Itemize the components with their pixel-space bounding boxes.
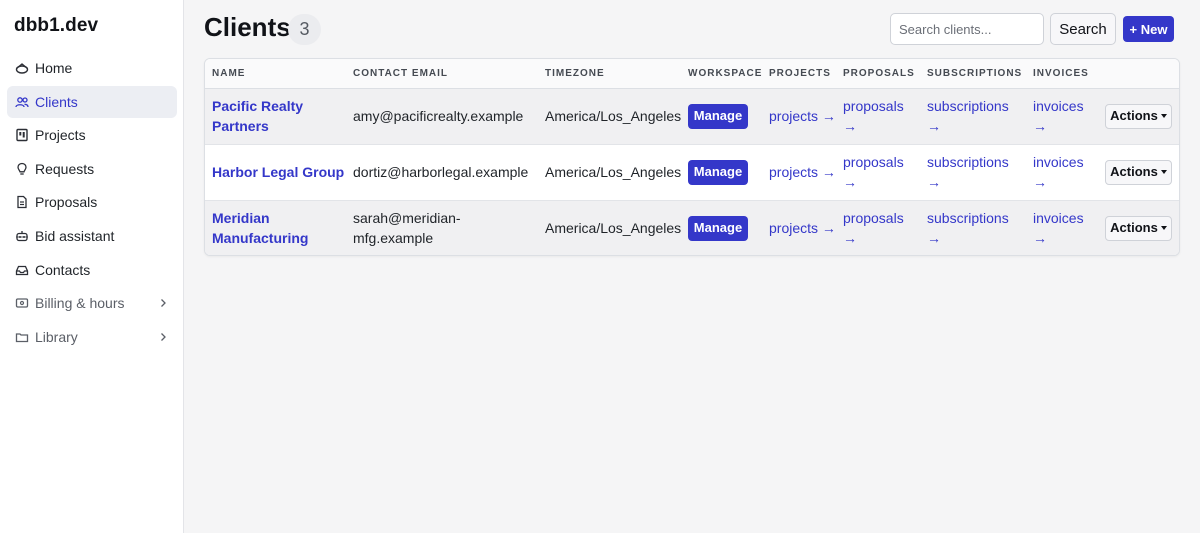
table-row: Pacific Realty Partners amy@pacificrealt… [205, 88, 1179, 145]
manage-button[interactable]: Manage [688, 159, 748, 185]
sidebar-item-label: Bid assistant [35, 227, 115, 244]
proposals-link[interactable]: proposals → [843, 98, 904, 134]
sidebar-item-bid-assistant[interactable]: Bid assistant [7, 220, 177, 252]
sidebar-item-label: Contacts [35, 261, 91, 278]
sidebar-item-library[interactable]: Library [7, 321, 177, 353]
search-button[interactable]: Search [1050, 13, 1116, 45]
billing-icon [15, 296, 29, 310]
sidebar-item-proposals[interactable]: Proposals [7, 186, 177, 218]
brand-logo[interactable]: dbb1.dev [14, 15, 98, 37]
actions-label: Actions [1110, 164, 1158, 179]
column-header-projects: Projects [762, 59, 836, 89]
caret-down-icon [1160, 114, 1167, 118]
sidebar-item-label: Proposals [35, 194, 98, 211]
column-header-subscriptions: Subscriptions [920, 59, 1026, 89]
actions-label: Actions [1110, 108, 1158, 123]
table-row: Harbor Legal Group dortiz@harborlegal.ex… [205, 144, 1179, 201]
sidebar-item-home[interactable]: Home [7, 52, 177, 84]
client-name-link[interactable]: Meridian Manufacturing [212, 210, 308, 246]
client-name-link[interactable]: Pacific Realty Partners [212, 98, 303, 134]
caret-down-icon [1160, 170, 1167, 174]
main-content: Clients 3 Search + New Name Contact emai… [184, 0, 1200, 533]
manage-button[interactable]: Manage [688, 215, 748, 241]
document-icon [15, 195, 29, 209]
client-count-badge: 3 [288, 14, 321, 45]
column-header-actions [1098, 59, 1179, 89]
sidebar: dbb1.dev Home Clients Projects Requests [0, 0, 184, 533]
chevron-right-icon [161, 299, 166, 308]
sidebar-item-contacts[interactable]: Contacts [7, 254, 177, 286]
subscriptions-link[interactable]: subscriptions → [927, 210, 1009, 246]
proposals-link[interactable]: proposals → [843, 154, 904, 190]
caret-down-icon [1160, 226, 1167, 231]
sidebar-item-label: Projects [35, 127, 86, 144]
robot-icon [15, 229, 29, 243]
search-input[interactable] [890, 13, 1044, 45]
column-header-proposals: Proposals [836, 59, 920, 89]
client-timezone: America/Los_Angeles [545, 164, 682, 180]
actions-label: Actions [1110, 220, 1158, 236]
users-icon [15, 95, 29, 109]
inbox-icon [15, 263, 29, 277]
invoices-link[interactable]: invoices → [1033, 98, 1084, 134]
table-row: Meridian Manufacturing sarah@meridian-mf… [205, 200, 1179, 255]
client-email: dortiz@harborlegal.example [353, 164, 529, 180]
table-header-row: Name Contact email Timezone Workspace Pr… [205, 59, 1179, 89]
projects-link[interactable]: projects → [769, 220, 836, 236]
sidebar-nav: Home Clients Projects Requests Proposals [7, 52, 177, 354]
chevron-right-icon [161, 332, 166, 341]
actions-dropdown[interactable]: Actions [1105, 215, 1172, 241]
column-header-email: Contact email [346, 59, 538, 89]
sidebar-item-projects[interactable]: Projects [7, 119, 177, 151]
invoices-link[interactable]: invoices → [1033, 210, 1084, 246]
client-name-link[interactable]: Harbor Legal Group [212, 164, 344, 180]
new-client-button[interactable]: + New [1123, 16, 1174, 42]
client-email: sarah@meridian-mfg.example [353, 210, 461, 247]
column-header-invoices: Invoices [1026, 59, 1098, 89]
actions-dropdown[interactable]: Actions [1105, 103, 1172, 129]
client-timezone: America/Los_Angeles [545, 108, 682, 124]
clients-table: Name Contact email Timezone Workspace Pr… [204, 58, 1180, 256]
folder-icon [15, 330, 29, 344]
sidebar-item-label: Requests [35, 160, 95, 177]
page-title: Clients [204, 12, 291, 42]
proposals-link[interactable]: proposals → [843, 210, 904, 246]
client-timezone: America/Los_Angeles [545, 220, 682, 237]
projects-link[interactable]: projects → [769, 164, 836, 180]
subscriptions-link[interactable]: subscriptions → [927, 98, 1009, 134]
column-header-name: Name [205, 59, 346, 89]
lightbulb-icon [15, 162, 29, 176]
column-header-workspace: Workspace [681, 59, 762, 89]
sidebar-item-clients[interactable]: Clients [7, 85, 177, 118]
sidebar-item-billing[interactable]: Billing & hours [7, 287, 177, 319]
invoices-link[interactable]: invoices → [1033, 154, 1084, 190]
home-icon [15, 61, 29, 75]
sidebar-item-requests[interactable]: Requests [7, 153, 177, 185]
sidebar-item-label: Billing & hours [35, 295, 125, 312]
column-header-timezone: Timezone [538, 59, 681, 89]
projects-icon [15, 128, 29, 142]
projects-link[interactable]: projects → [769, 108, 836, 124]
subscriptions-link[interactable]: subscriptions → [927, 154, 1009, 190]
sidebar-item-label: Clients [35, 93, 78, 110]
manage-button[interactable]: Manage [688, 103, 748, 129]
sidebar-item-label: Library [35, 328, 78, 345]
sidebar-item-label: Home [35, 60, 73, 76]
client-email: amy@pacificrealty.example [353, 108, 524, 124]
actions-dropdown[interactable]: Actions [1105, 159, 1172, 185]
